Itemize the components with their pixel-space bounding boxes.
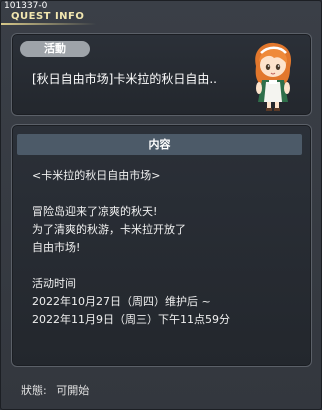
content-line: 自由市场! xyxy=(32,241,81,254)
npc-portrait-icon xyxy=(255,42,292,111)
content-line-gap xyxy=(32,185,302,203)
quest-info-window: 101337-0 QUEST INFO 活動 [秋日自由市场]卡米拉的秋日自由.… xyxy=(0,0,322,410)
content-line: <卡米拉的秋日自由市场> xyxy=(32,169,161,182)
content-line-gap xyxy=(32,257,302,275)
content-line: 2022年11月9日（周三）下午11点59分 xyxy=(32,313,230,326)
status-value: 可開始 xyxy=(56,384,90,397)
status-label: 狀態: xyxy=(21,384,47,397)
event-tag: 活動 xyxy=(20,41,90,57)
quest-id: 101337-0 xyxy=(4,1,48,11)
window-title: QUEST INFO xyxy=(11,11,85,22)
event-title: [秋日自由市场]卡米拉的秋日自由.. xyxy=(32,72,217,86)
status-row: 狀態: 可開始 xyxy=(21,382,95,398)
title-underline xyxy=(1,23,96,25)
content-line: 2022年10月27日（周四）维护后 ~ xyxy=(32,295,211,308)
content-header: 内容 xyxy=(17,134,302,155)
event-panel: 活動 [秋日自由市场]卡米拉的秋日自由.. xyxy=(11,33,312,116)
content-panel: 内容 <卡米拉的秋日自由市场> 冒险岛迎来了凉爽的秋天! 为了清爽的秋游，卡米拉… xyxy=(11,124,312,367)
content-line: 为了清爽的秋游，卡米拉开放了 xyxy=(32,223,186,236)
content-line: 活动时间 xyxy=(32,277,76,290)
content-line: 冒险岛迎来了凉爽的秋天! xyxy=(32,205,158,218)
content-body: <卡米拉的秋日自由市场> 冒险岛迎来了凉爽的秋天! 为了清爽的秋游，卡米拉开放了… xyxy=(32,167,302,329)
